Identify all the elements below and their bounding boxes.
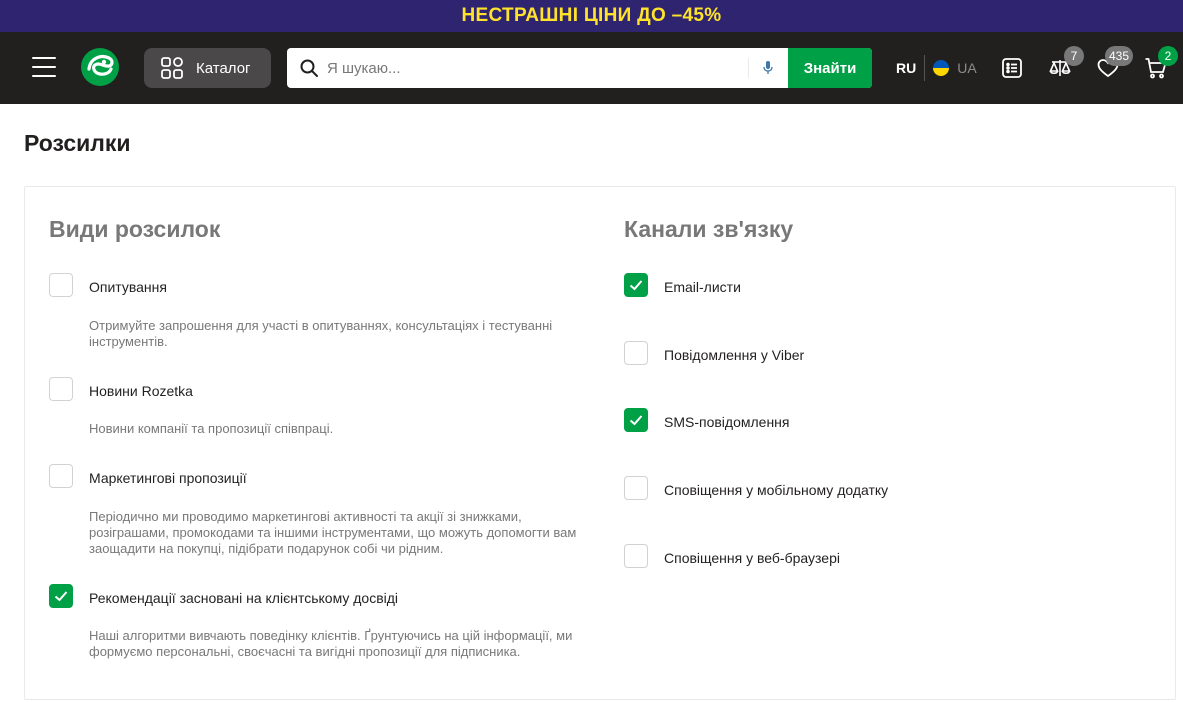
option-label-surveys[interactable]: Опитування: [89, 279, 167, 295]
language-switcher: RU UA: [896, 55, 977, 81]
option-desc-surveys: Отримуйте запрошення для участі в опитув…: [89, 318, 553, 349]
checkbox-email[interactable]: [624, 273, 648, 297]
wishlist-count-badge: 435: [1105, 46, 1134, 66]
lang-ua[interactable]: UA: [957, 60, 976, 76]
checkbox-viber[interactable]: [624, 341, 648, 365]
microphone-icon[interactable]: [761, 60, 775, 76]
option-label-mobile-app[interactable]: Сповіщення у мобільному додатку: [664, 482, 888, 498]
search-divider: [748, 58, 749, 78]
checkmark-icon: [54, 591, 68, 602]
checkbox-mobile-app[interactable]: [624, 476, 648, 500]
cart-count-badge: 2: [1158, 46, 1178, 66]
page-title: Розсилки: [24, 130, 131, 156]
search-bar: Знайти: [287, 48, 872, 88]
option-label-sms[interactable]: SMS-повідомлення: [664, 414, 790, 430]
lang-ru[interactable]: RU: [896, 60, 916, 76]
lang-divider: [924, 55, 926, 81]
option-label-news[interactable]: Новини Rozetka: [89, 383, 193, 399]
checkbox-news[interactable]: [49, 377, 73, 401]
search-input[interactable]: [327, 48, 747, 88]
catalog-label: Каталог: [196, 59, 251, 77]
option-desc-marketing: Періодично ми проводимо маркетингові акт…: [89, 509, 577, 556]
checkbox-marketing[interactable]: [49, 464, 73, 488]
option-label-recommendations[interactable]: Рекомендації засновані на клієнтському д…: [89, 590, 398, 606]
option-label-web-browser[interactable]: Сповіщення у веб-браузері: [664, 550, 840, 566]
compare-count-badge: 7: [1064, 46, 1084, 66]
subscriptions-card: Види розсилок Опитування Отримуйте запро…: [24, 186, 1176, 700]
search-icon: [300, 59, 318, 77]
ukraine-flag-icon: [933, 60, 950, 76]
option-desc-recommendations: Наші алгоритми вивчають поведінку клієнт…: [89, 628, 573, 659]
site-header: Каталог Знайти RU UA: [0, 32, 1183, 104]
option-label-viber[interactable]: Повідомлення у Viber: [664, 347, 804, 363]
checkbox-surveys[interactable]: [49, 273, 73, 297]
promo-banner[interactable]: НЕСТРАШНІ ЦІНИ ДО –45%: [0, 0, 1183, 32]
catalog-grid-icon: [161, 57, 183, 79]
checkbox-recommendations[interactable]: [49, 584, 73, 608]
checkmark-icon: [629, 415, 643, 426]
checkbox-sms[interactable]: [624, 408, 648, 432]
search-submit-button[interactable]: Знайти: [788, 48, 872, 88]
catalog-button[interactable]: Каталог: [144, 48, 271, 88]
newsletter-types-title: Види розсилок: [49, 216, 221, 242]
promo-text[interactable]: НЕСТРАШНІ ЦІНИ ДО –45%: [462, 5, 722, 27]
checkbox-web-browser[interactable]: [624, 544, 648, 568]
option-label-marketing[interactable]: Маркетингові пропозиції: [89, 470, 247, 486]
option-desc-news: Новини компанії та пропозиції співпраці.: [89, 421, 334, 436]
rozetka-logo-icon[interactable]: [80, 47, 120, 87]
channels-title: Канали зв'язку: [624, 216, 794, 242]
orders-list-icon[interactable]: [1000, 56, 1024, 80]
hamburger-icon[interactable]: [32, 57, 56, 79]
checkmark-icon: [629, 280, 643, 291]
option-label-email[interactable]: Email-листи: [664, 279, 741, 295]
